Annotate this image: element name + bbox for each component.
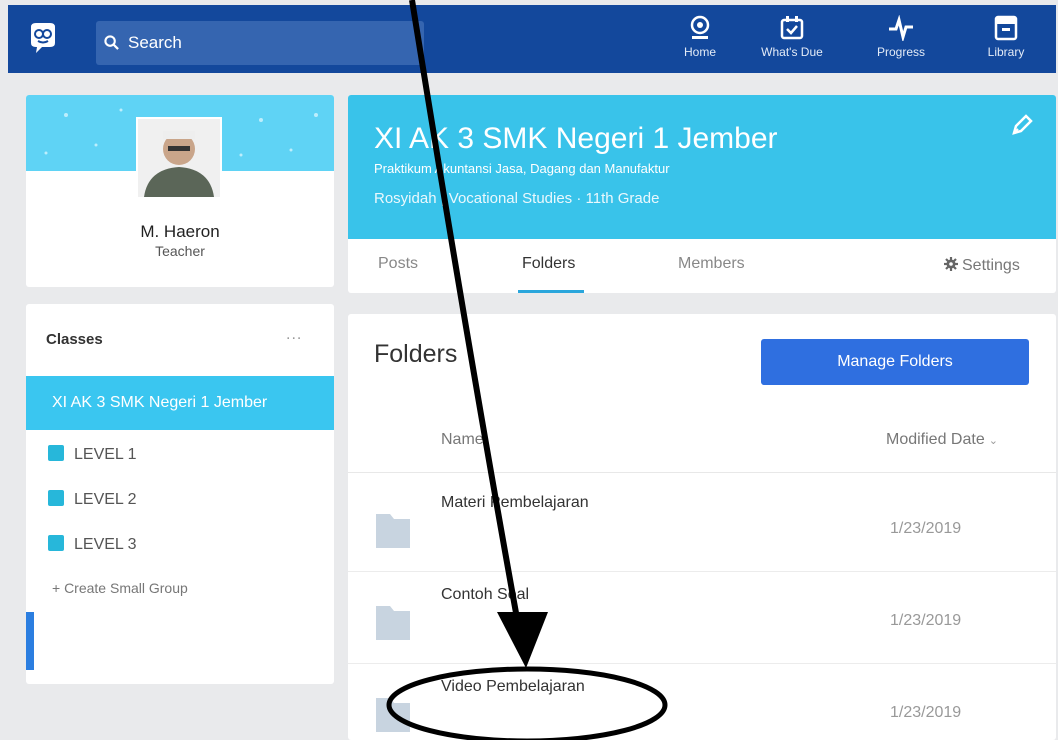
folder-row[interactable]: Video Pembelajaran 1/23/2019: [348, 664, 1056, 740]
group-color-icon: [48, 490, 64, 506]
nav-progress[interactable]: Progress: [861, 15, 941, 69]
folder-row[interactable]: Contoh Soal 1/23/2019: [348, 572, 1056, 664]
group-item-level-3[interactable]: LEVEL 3: [48, 533, 137, 557]
folder-date: 1/23/2019: [890, 704, 962, 721]
divider: [348, 472, 1056, 473]
profile-card: M. Haeron Teacher: [26, 95, 334, 287]
manage-folders-button[interactable]: Manage Folders: [761, 339, 1029, 385]
group-color-icon: [48, 535, 64, 551]
group-label: LEVEL 3: [74, 536, 137, 553]
column-header-modified-date[interactable]: Modified Date ⌄: [886, 431, 998, 449]
folder-name[interactable]: Materi Pembelajaran: [441, 494, 589, 512]
nav-whats-due-label: What's Due: [761, 45, 823, 59]
folder-name[interactable]: Video Pembelajaran: [441, 678, 585, 696]
folder-icon: [376, 606, 410, 640]
calendar-icon: [780, 16, 804, 40]
top-navigation-bar: Search Home What's Due Progress Library: [8, 5, 1056, 73]
group-label: LEVEL 2: [74, 491, 137, 508]
settings-label: Settings: [962, 257, 1020, 274]
nav-whats-due[interactable]: What's Due: [752, 15, 832, 69]
tab-folders[interactable]: Folders: [522, 255, 575, 273]
class-subtitle: Praktikum Akuntansi Jasa, Dagang dan Man…: [374, 161, 670, 176]
home-icon: [690, 15, 710, 39]
gear-icon: [944, 257, 958, 271]
class-item-active[interactable]: XI AK 3 SMK Negeri 1 Jember: [26, 376, 334, 430]
create-small-group-link[interactable]: + Create Small Group: [52, 580, 188, 596]
folder-icon: [376, 698, 410, 732]
group-color-icon: [48, 445, 64, 461]
column-header-name[interactable]: Name: [441, 431, 484, 449]
group-label: LEVEL 1: [74, 446, 137, 463]
nav-library-label: Library: [987, 45, 1025, 59]
search-input[interactable]: Search: [96, 21, 424, 65]
chevron-down-icon: ⌄: [988, 435, 998, 447]
nav-home-label: Home: [683, 45, 716, 59]
edmodo-logo-icon[interactable]: [28, 21, 58, 55]
folder-icon: [376, 514, 410, 548]
settings-button[interactable]: Settings: [944, 257, 1020, 275]
profile-role: Teacher: [155, 243, 205, 259]
class-title: XI AK 3 SMK Negeri 1 Jember: [374, 122, 778, 155]
nav-library[interactable]: Library: [966, 15, 1046, 69]
avatar[interactable]: [136, 117, 222, 199]
folder-date: 1/23/2019: [890, 612, 962, 629]
classes-panel: Classes ... XI AK 3 SMK Negeri 1 Jember …: [26, 304, 334, 684]
group-item-level-1[interactable]: LEVEL 1: [48, 443, 137, 467]
class-header-card: XI AK 3 SMK Negeri 1 Jember Praktikum Ak…: [348, 95, 1056, 293]
group-item-level-2[interactable]: LEVEL 2: [48, 488, 137, 512]
search-placeholder: Search: [128, 33, 182, 52]
edit-pen-icon[interactable]: [1010, 113, 1034, 137]
folder-date: 1/23/2019: [890, 520, 962, 537]
folder-row[interactable]: Materi Pembelajaran 1/23/2019: [348, 480, 1056, 572]
side-accent-stripe: [26, 612, 34, 670]
tab-posts[interactable]: Posts: [378, 255, 418, 273]
nav-progress-label: Progress: [876, 45, 926, 59]
pulse-icon: [889, 15, 913, 41]
classes-title: Classes: [46, 331, 103, 348]
nav-home[interactable]: Home: [660, 15, 740, 69]
folders-panel: Folders Manage Folders Name Modified Dat…: [348, 314, 1056, 740]
class-meta: Rosyidah | Vocational Studies · 11th Gra…: [374, 190, 660, 207]
library-icon: [994, 15, 1018, 41]
search-icon: [104, 35, 119, 50]
profile-name[interactable]: M. Haeron: [26, 222, 334, 242]
more-options-icon[interactable]: ...: [286, 326, 302, 344]
folder-name[interactable]: Contoh Soal: [441, 586, 529, 604]
column-header-date-label: Modified Date: [886, 431, 985, 448]
tab-members[interactable]: Members: [678, 255, 745, 273]
folders-heading: Folders: [374, 340, 458, 368]
active-tab-indicator: [518, 290, 584, 293]
